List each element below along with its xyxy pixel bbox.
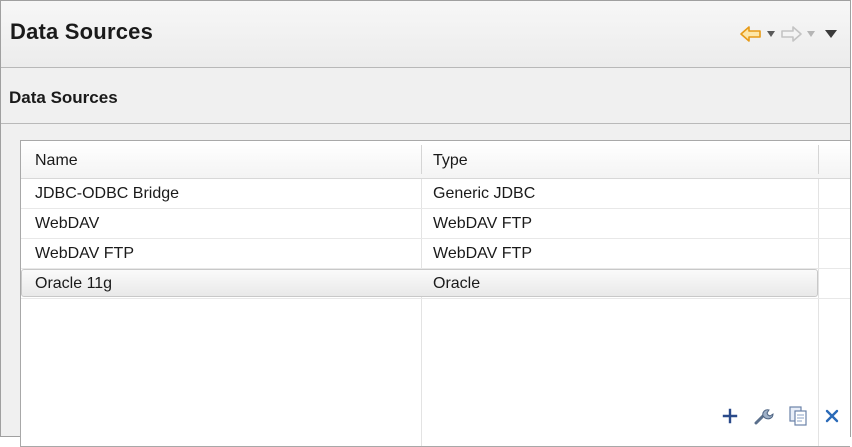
empty-row[interactable] — [21, 299, 850, 328]
view-title: Data Sources — [10, 19, 154, 44]
cell-name: WebDAV — [35, 215, 100, 232]
column-header-type[interactable]: Type — [433, 152, 468, 170]
cell-type: WebDAV FTP — [433, 245, 532, 262]
add-icon[interactable] — [716, 402, 744, 430]
cell-type: Generic JDBC — [433, 185, 536, 202]
chevron-down-icon[interactable] — [804, 21, 818, 47]
data-sources-section: Data Sources Name Type JDBC-ODBC Bridge … — [1, 68, 850, 447]
cell-name: WebDAV FTP — [35, 245, 134, 262]
view-menu-icon[interactable] — [818, 21, 844, 47]
view-toolbar — [738, 21, 844, 47]
data-sources-view: Data Sources Data Sources Name Type JDBC… — [0, 0, 851, 447]
delete-icon[interactable] — [818, 402, 846, 430]
data-sources-table: Name Type JDBC-ODBC Bridge Generic JDBC … — [20, 140, 850, 447]
table-row-selected[interactable]: Oracle 11g Oracle — [21, 269, 850, 299]
selection-highlight — [21, 269, 818, 297]
cell-name: Oracle 11g — [35, 275, 113, 292]
cell-name: JDBC-ODBC Bridge — [35, 185, 180, 202]
column-resize-handle[interactable] — [421, 145, 422, 174]
table-row[interactable]: WebDAV WebDAV FTP — [21, 209, 850, 239]
table-row[interactable]: JDBC-ODBC Bridge Generic JDBC — [21, 179, 850, 209]
column-header-name[interactable]: Name — [35, 152, 78, 170]
view-titlebar: Data Sources — [1, 1, 850, 68]
table-actions — [716, 402, 846, 430]
forward-arrow-icon[interactable] — [778, 21, 804, 47]
cell-type: Oracle — [433, 275, 481, 292]
table-row[interactable]: WebDAV FTP WebDAV FTP — [21, 239, 850, 269]
edit-icon[interactable] — [750, 402, 778, 430]
chevron-down-icon[interactable] — [764, 21, 778, 47]
column-resize-handle[interactable] — [818, 145, 819, 174]
section-header: Data Sources — [1, 68, 850, 124]
section-title: Data Sources — [9, 88, 118, 107]
back-arrow-icon[interactable] — [738, 21, 764, 47]
copy-icon[interactable] — [784, 402, 812, 430]
table-header: Name Type — [21, 141, 850, 179]
cell-type: WebDAV FTP — [433, 215, 532, 232]
